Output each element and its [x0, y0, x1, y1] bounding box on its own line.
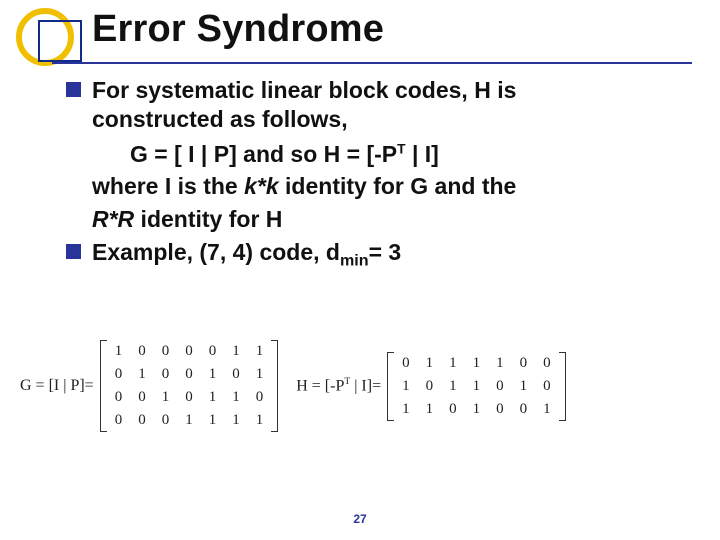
matrix-cell: 1: [177, 409, 201, 432]
matrix-cell: 1: [201, 386, 225, 409]
slide: Error Syndrome For systematic linear blo…: [0, 0, 720, 540]
matrix-cell: 0: [130, 409, 154, 432]
logo-icon: [12, 6, 82, 66]
matrix-cell: 1: [465, 398, 489, 421]
matrix-cell: 1: [512, 375, 536, 398]
matrix-cell: 1: [465, 375, 489, 398]
page-number: 27: [0, 512, 720, 526]
matrix-cell: 0: [224, 363, 248, 386]
eq-post: | I]: [406, 141, 439, 167]
matrix-cell: 1: [394, 398, 418, 421]
h-label: H = [-PT | I]=: [296, 376, 381, 395]
matrix-cell: 0: [488, 398, 512, 421]
matrix-cell: 1: [441, 352, 465, 375]
matrices-row: G = [I | P]= 100001101001010010110000111…: [20, 340, 700, 432]
matrix-cell: 0: [107, 363, 131, 386]
slide-title: Error Syndrome: [92, 8, 384, 51]
matrix-cell: 1: [488, 352, 512, 375]
matrix-cell: 1: [107, 340, 131, 363]
where-mid: identity for G and the: [279, 173, 517, 199]
h-bracket-open: [-P: [325, 378, 345, 395]
matrix-cell: 0: [107, 409, 131, 432]
matrix-cell: 0: [177, 340, 201, 363]
b2-sub: min: [340, 251, 369, 269]
where-line-1: where I is the k*k identity for G and th…: [66, 172, 680, 201]
matrix-cell: 0: [441, 398, 465, 421]
eq-sup: T: [397, 141, 405, 156]
matrix-cell: 0: [154, 363, 178, 386]
matrix-cell: 0: [512, 398, 536, 421]
matrix-cell: 0: [418, 375, 442, 398]
matrix-cell: 1: [201, 409, 225, 432]
matrix-cell: 1: [441, 375, 465, 398]
body-text: For systematic linear block codes, H is …: [66, 76, 680, 276]
matrix-cell: 0: [248, 386, 272, 409]
matrix-cell: 1: [394, 375, 418, 398]
g-matrix-table: 1000011010010100101100001111: [107, 340, 272, 432]
matrix-cell: 0: [177, 363, 201, 386]
matrix-h-group: H = [-PT | I]= 011110010110101101001: [296, 352, 565, 421]
b2-pre: Example, (7, 4) code, d: [92, 239, 340, 265]
b2-post: = 3: [369, 239, 402, 265]
g-eq: =: [85, 377, 94, 394]
matrix-cell: 0: [107, 386, 131, 409]
rr: R*R: [92, 206, 134, 232]
matrix-cell: 0: [394, 352, 418, 375]
h-matrix-table: 011110010110101101001: [394, 352, 559, 421]
where-pre: where I is the: [92, 173, 244, 199]
g-bracket: [I | P]: [49, 377, 85, 394]
h-eq: =: [372, 378, 381, 395]
g-label-pre: G =: [20, 377, 49, 394]
matrix-cell: 0: [488, 375, 512, 398]
matrix-cell: 0: [130, 386, 154, 409]
where-line-2: R*R identity for H: [66, 205, 680, 234]
matrix-cell: 1: [130, 363, 154, 386]
matrix-cell: 1: [154, 386, 178, 409]
matrix-cell: 1: [248, 363, 272, 386]
bullet-1-line-2: constructed as follows,: [92, 106, 348, 132]
g-label: G = [I | P]=: [20, 377, 94, 395]
matrix-cell: 0: [512, 352, 536, 375]
h-label-pre: H =: [296, 378, 325, 395]
matrix-cell: 0: [154, 340, 178, 363]
title-underline: [52, 62, 692, 64]
matrix-g-group: G = [I | P]= 100001101001010010110000111…: [20, 340, 278, 432]
equation-line: G = [ I | P] and so H = [-PT | I]: [66, 140, 680, 169]
matrix-cell: 1: [201, 363, 225, 386]
matrix-cell: 1: [418, 352, 442, 375]
matrix-cell: 1: [224, 409, 248, 432]
g-matrix: 1000011010010100101100001111: [100, 340, 279, 432]
matrix-cell: 0: [535, 375, 559, 398]
bullet-2: Example, (7, 4) code, dmin= 3: [66, 238, 680, 271]
matrix-cell: 0: [154, 409, 178, 432]
matrix-cell: 1: [535, 398, 559, 421]
matrix-cell: 1: [224, 386, 248, 409]
h-matrix: 011110010110101101001: [387, 352, 566, 421]
bullet-1-line-1: For systematic linear block codes, H is: [92, 77, 516, 103]
kk: k*k: [244, 173, 279, 199]
matrix-cell: 1: [465, 352, 489, 375]
matrix-cell: 1: [248, 409, 272, 432]
matrix-cell: 0: [201, 340, 225, 363]
matrix-cell: 0: [177, 386, 201, 409]
matrix-cell: 1: [418, 398, 442, 421]
matrix-cell: 0: [535, 352, 559, 375]
where-end: identity for H: [134, 206, 282, 232]
bullet-1: For systematic linear block codes, H is …: [66, 76, 680, 134]
eq-pre: G = [ I | P] and so H = [-P: [130, 141, 397, 167]
matrix-cell: 1: [224, 340, 248, 363]
matrix-cell: 0: [130, 340, 154, 363]
matrix-cell: 1: [248, 340, 272, 363]
h-bracket-close: | I]: [350, 378, 372, 395]
